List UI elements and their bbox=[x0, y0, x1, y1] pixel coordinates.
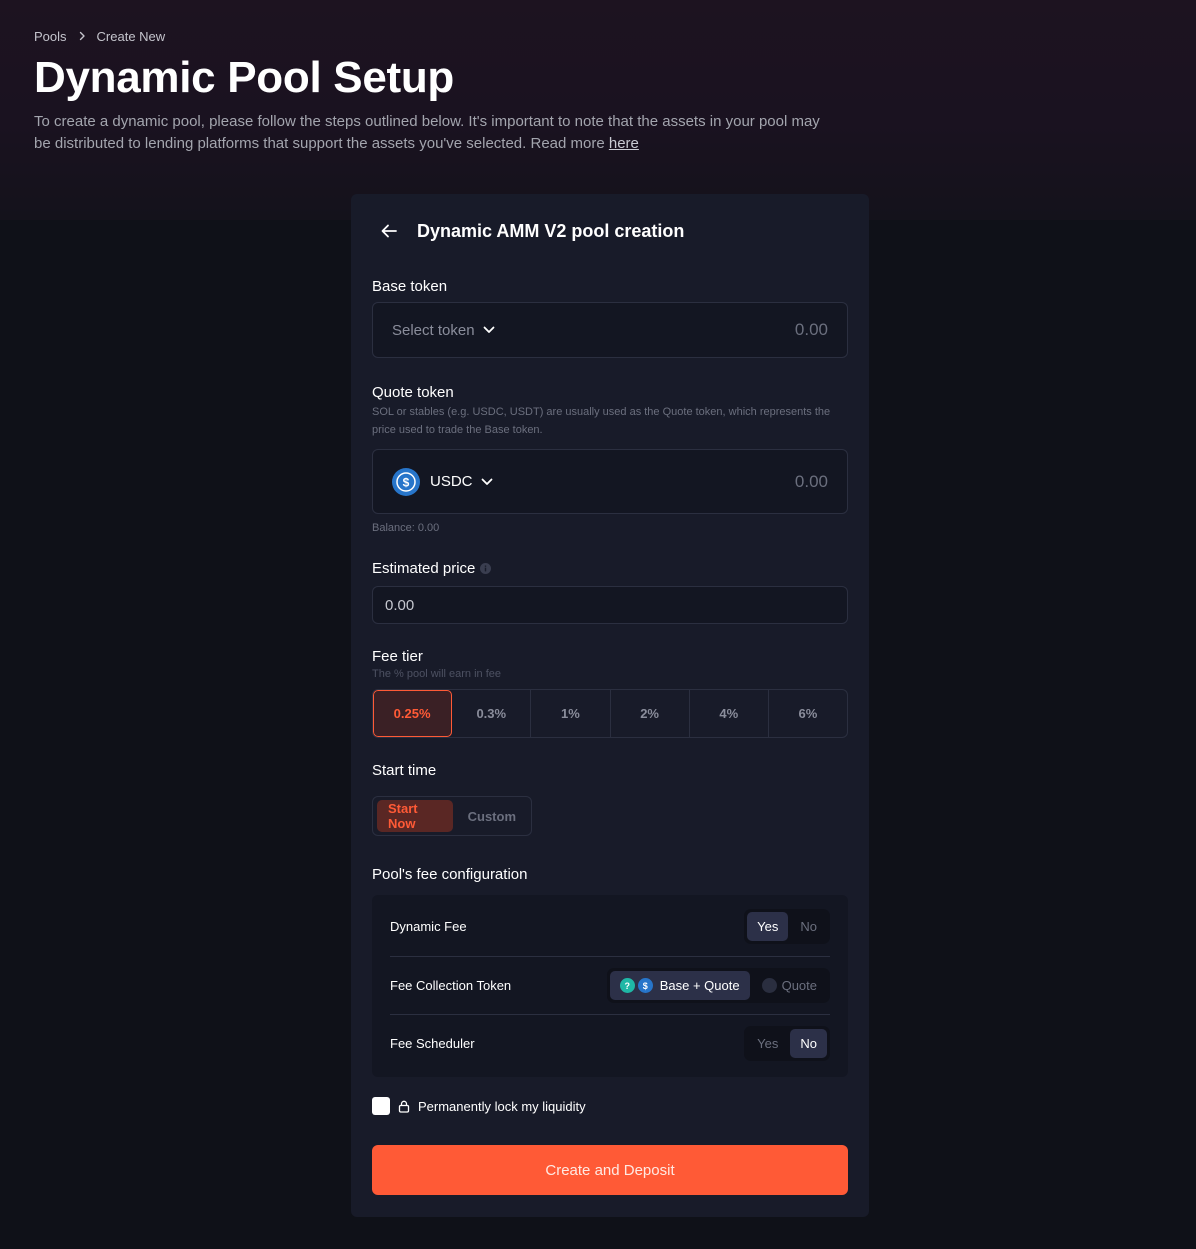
chevron-down-icon bbox=[481, 478, 492, 485]
estimated-price-input[interactable] bbox=[372, 586, 848, 624]
fee-tier-option[interactable]: 0.3% bbox=[452, 690, 532, 737]
quote-token-help: SOL or stables (e.g. USDC, USDT) are usu… bbox=[372, 406, 831, 436]
lock-liquidity-row: Permanently lock my liquidity bbox=[372, 1097, 586, 1115]
page-header: Pools Create New Dynamic Pool Setup To c… bbox=[34, 28, 834, 155]
breadcrumb: Pools Create New bbox=[34, 28, 834, 44]
arrow-left-icon bbox=[381, 224, 397, 238]
start-time-label: Start time bbox=[372, 762, 437, 779]
estimated-price-label-row: Estimated price bbox=[372, 560, 492, 577]
start-time-toggle: Start Now Custom bbox=[372, 796, 532, 836]
breadcrumb-current: Create New bbox=[96, 28, 166, 44]
fee-tier-label: Fee tier bbox=[372, 648, 423, 665]
chevron-down-icon bbox=[483, 326, 494, 333]
quote-token-amount[interactable]: 0.00 bbox=[795, 472, 828, 492]
info-icon[interactable] bbox=[480, 563, 492, 574]
usdc-icon: $ bbox=[637, 978, 653, 993]
fee-tier-selector: 0.25% 0.3% 1% 2% 4% 6% bbox=[372, 689, 848, 738]
fee-collection-label: Fee Collection Token bbox=[390, 978, 512, 993]
base-token-amount[interactable]: 0.00 bbox=[795, 320, 828, 340]
base-token-select-text: Select token bbox=[392, 321, 475, 339]
fee-tier-option[interactable]: 0.25% bbox=[373, 690, 453, 737]
fee-scheduler-toggle: Yes No bbox=[744, 1026, 830, 1061]
usdc-symbol-icon: $ bbox=[396, 471, 416, 492]
base-quote-label: Base + Quote bbox=[659, 978, 740, 993]
fee-collection-toggle: ? $ Base + Quote Quote bbox=[606, 968, 830, 1003]
dynamic-fee-row: Dynamic Fee Yes No bbox=[390, 909, 830, 944]
fee-scheduler-row: Fee Scheduler Yes No bbox=[390, 1026, 830, 1061]
divider bbox=[390, 1014, 830, 1015]
lock-icon bbox=[398, 1100, 410, 1113]
quote-token-field: $ USDC 0.00 bbox=[372, 449, 848, 514]
quote-option[interactable]: Quote bbox=[752, 971, 827, 1000]
dynamic-fee-label: Dynamic Fee bbox=[390, 919, 467, 934]
back-button[interactable] bbox=[379, 220, 399, 242]
base-quote-option[interactable]: ? $ Base + Quote bbox=[609, 971, 750, 1000]
base-token-field: Select token 0.00 bbox=[372, 302, 848, 358]
page-title: Dynamic Pool Setup bbox=[34, 53, 455, 102]
fee-config-label: Pool's fee configuration bbox=[372, 866, 528, 883]
custom-start-option[interactable]: Custom bbox=[457, 800, 527, 832]
fee-scheduler-label: Fee Scheduler bbox=[390, 1036, 475, 1051]
fee-tier-option[interactable]: 1% bbox=[531, 690, 611, 737]
fee-tier-option[interactable]: 2% bbox=[611, 690, 690, 737]
fee-tier-help: The % pool will earn in fee bbox=[372, 668, 502, 680]
unknown-token-icon: ? bbox=[619, 978, 635, 993]
card-header: Dynamic AMM V2 pool creation bbox=[379, 220, 684, 242]
dynamic-fee-no[interactable]: No bbox=[790, 912, 827, 941]
lock-liquidity-label: Permanently lock my liquidity bbox=[418, 1098, 586, 1114]
base-token-select[interactable]: Select token bbox=[392, 322, 495, 339]
base-token-label: Base token bbox=[372, 278, 448, 295]
fee-tier-option[interactable]: 4% bbox=[690, 690, 769, 737]
dynamic-fee-yes[interactable]: Yes bbox=[747, 912, 789, 941]
pool-creation-card: Dynamic AMM V2 pool creation Base token … bbox=[351, 194, 869, 1217]
quote-token-symbol: USDC bbox=[430, 473, 473, 490]
breadcrumb-pools-link[interactable]: Pools bbox=[34, 29, 67, 44]
usdc-icon bbox=[761, 978, 777, 993]
quote-label: Quote bbox=[781, 978, 817, 993]
page-description-text: To create a dynamic pool, please follow … bbox=[34, 113, 820, 152]
quote-token-select[interactable]: $ USDC bbox=[392, 467, 493, 496]
create-and-deposit-button[interactable]: Create and Deposit bbox=[372, 1145, 848, 1195]
lock-liquidity-checkbox[interactable] bbox=[372, 1097, 390, 1115]
fee-collection-row: Fee Collection Token ? $ Base + Quote Qu… bbox=[390, 968, 830, 1003]
dynamic-fee-toggle: Yes No bbox=[744, 909, 830, 944]
start-now-option[interactable]: Start Now bbox=[377, 800, 453, 832]
page-description: To create a dynamic pool, please follow … bbox=[34, 111, 834, 155]
svg-text:$: $ bbox=[403, 475, 410, 489]
fee-config-panel: Dynamic Fee Yes No Fee Collection Token … bbox=[372, 895, 848, 1077]
estimated-price-label: Estimated price bbox=[372, 560, 476, 577]
fee-tier-option[interactable]: 6% bbox=[769, 690, 847, 737]
chevron-right-icon bbox=[79, 31, 85, 41]
card-title: Dynamic AMM V2 pool creation bbox=[417, 220, 685, 241]
quote-token-label: Quote token bbox=[372, 384, 454, 401]
quote-token-balance: Balance: 0.00 bbox=[372, 522, 440, 534]
divider bbox=[390, 956, 830, 957]
usdc-icon: $ bbox=[392, 467, 420, 496]
fee-scheduler-yes[interactable]: Yes bbox=[747, 1029, 788, 1058]
read-more-link[interactable]: here bbox=[609, 135, 639, 152]
fee-scheduler-no[interactable]: No bbox=[790, 1029, 827, 1058]
